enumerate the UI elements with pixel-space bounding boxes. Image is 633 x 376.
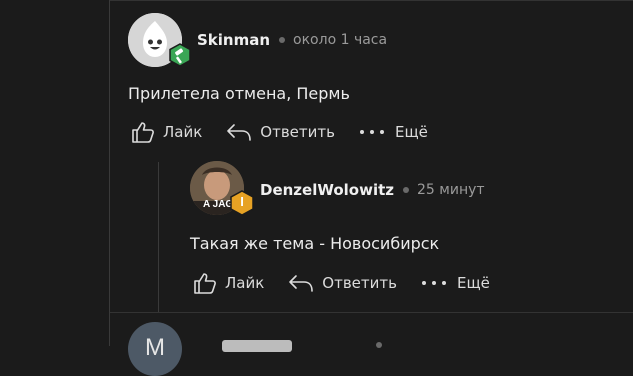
comment-time[interactable]: 25 минут xyxy=(417,182,485,198)
comment-header: DenzelWolowitz 25 минут xyxy=(260,181,485,199)
avatar-letter: M xyxy=(145,334,165,361)
author-name[interactable]: DenzelWolowitz xyxy=(260,181,394,199)
avatar[interactable]: M xyxy=(128,322,182,376)
reply-label: Ответить xyxy=(260,123,335,141)
like-label: Лайк xyxy=(163,123,203,141)
thumbs-up-icon xyxy=(194,273,216,294)
author-name[interactable]: Skinman xyxy=(197,31,270,49)
separator-dot xyxy=(376,342,382,348)
comment-time[interactable]: около 1 часа xyxy=(293,32,387,48)
hammer-badge-icon xyxy=(168,43,192,71)
like-label: Лайк xyxy=(225,274,265,292)
like-button[interactable]: Лайк xyxy=(193,272,264,294)
separator-dot xyxy=(279,37,286,43)
thread-line xyxy=(109,0,110,346)
thumbs-up-icon xyxy=(132,122,154,143)
reply-arrow-icon xyxy=(227,124,252,141)
separator-dot xyxy=(403,187,410,193)
top-divider xyxy=(110,0,633,1)
comment-text: Такая же тема - Новосибирск xyxy=(190,234,440,253)
next-author-name[interactable] xyxy=(222,340,292,352)
comment-divider xyxy=(110,312,633,313)
comment-header: Skinman около 1 часа xyxy=(197,31,387,49)
more-button[interactable]: Ещё xyxy=(359,123,428,141)
more-label: Ещё xyxy=(394,123,428,141)
reply-arrow-icon xyxy=(289,275,314,292)
more-dots-icon xyxy=(421,281,446,285)
like-button[interactable]: Лайк xyxy=(131,121,202,143)
comment-actions: Лайк Ответить Ещё xyxy=(193,272,490,294)
comment-actions: Лайк Ответить Ещё xyxy=(131,121,428,143)
more-label: Ещё xyxy=(456,274,490,292)
reply-button[interactable]: Ответить xyxy=(288,273,397,293)
badge-text: I xyxy=(240,194,244,209)
comment-text: Прилетела отмена, Пермь xyxy=(128,84,350,103)
reply-thread-line xyxy=(158,162,159,312)
more-dots-icon xyxy=(359,130,384,134)
reply-label: Ответить xyxy=(322,274,397,292)
level-badge-icon: I xyxy=(229,190,255,216)
more-button[interactable]: Ещё xyxy=(421,274,490,292)
reply-button[interactable]: Ответить xyxy=(226,122,335,142)
